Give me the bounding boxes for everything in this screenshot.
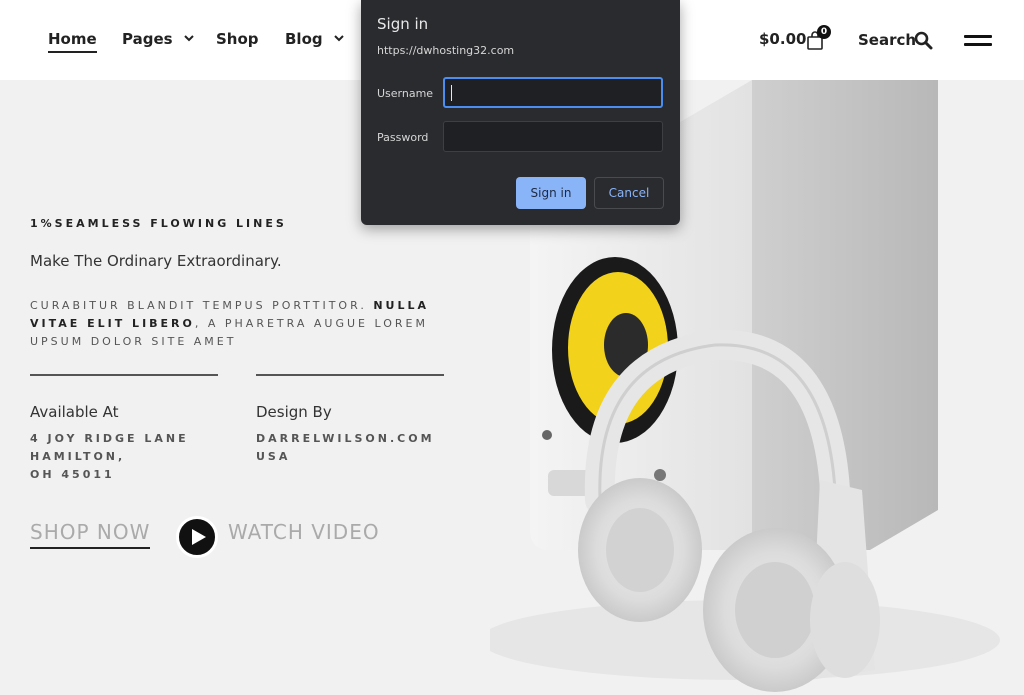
- nav-pages-label: Pages: [122, 30, 173, 48]
- nav-blog[interactable]: Blog: [285, 30, 344, 48]
- design-line: DARRELWILSON.COM: [256, 432, 435, 445]
- cancel-button[interactable]: Cancel: [594, 177, 664, 209]
- dialog-url: https://dwhosting32.com: [377, 44, 515, 57]
- divider: [30, 374, 218, 376]
- password-label: Password: [377, 131, 429, 144]
- nav-blog-label: Blog: [285, 30, 323, 48]
- sign-in-dialog: Sign in https://dwhosting32.com Username…: [361, 0, 680, 225]
- design-line: USA: [256, 450, 291, 463]
- search-icon[interactable]: [914, 31, 933, 50]
- hero-tagline: Make The Ordinary Extraordinary.: [30, 252, 282, 270]
- nav-shop[interactable]: Shop: [216, 30, 259, 48]
- available-address: 4 JOY RIDGE LANE HAMILTON, OH 45011: [30, 430, 189, 484]
- username-input[interactable]: [443, 77, 663, 108]
- search-label[interactable]: Search: [858, 31, 916, 49]
- available-title: Available At: [30, 403, 119, 421]
- hero-description: CURABITUR BLANDIT TEMPUS PORTTITOR. NULL…: [30, 297, 450, 351]
- text-caret: [451, 85, 452, 101]
- chevron-down-icon: [184, 34, 194, 41]
- dialog-title: Sign in: [377, 15, 429, 33]
- cart-total[interactable]: $0.00: [759, 30, 806, 48]
- cart-count-badge: 0: [817, 25, 831, 39]
- sign-in-button[interactable]: Sign in: [516, 177, 586, 209]
- address-line: 4 JOY RIDGE LANE: [30, 432, 189, 445]
- nav-shop-label: Shop: [216, 30, 259, 48]
- desc-part-1: CURABITUR BLANDIT TEMPUS PORTTITOR.: [30, 299, 374, 312]
- design-title: Design By: [256, 403, 332, 421]
- chevron-down-icon: [334, 34, 344, 41]
- address-line: HAMILTON,: [30, 450, 126, 463]
- hero-eyebrow: 1%SEAMLESS FLOWING LINES: [30, 217, 287, 230]
- hamburger-icon[interactable]: [964, 35, 992, 49]
- divider: [256, 374, 444, 376]
- username-label: Username: [377, 87, 434, 100]
- nav-home-label: Home: [48, 30, 97, 53]
- watch-video-link[interactable]: WATCH VIDEO: [228, 520, 380, 544]
- design-credit: DARRELWILSON.COM USA: [256, 430, 435, 466]
- play-button[interactable]: [176, 516, 218, 558]
- nav-home[interactable]: Home: [48, 30, 97, 53]
- password-input[interactable]: [443, 121, 663, 152]
- play-icon: [192, 529, 206, 545]
- shop-now-link[interactable]: SHOP NOW: [30, 520, 151, 549]
- address-line: OH 45011: [30, 468, 115, 481]
- nav-pages[interactable]: Pages: [122, 30, 194, 48]
